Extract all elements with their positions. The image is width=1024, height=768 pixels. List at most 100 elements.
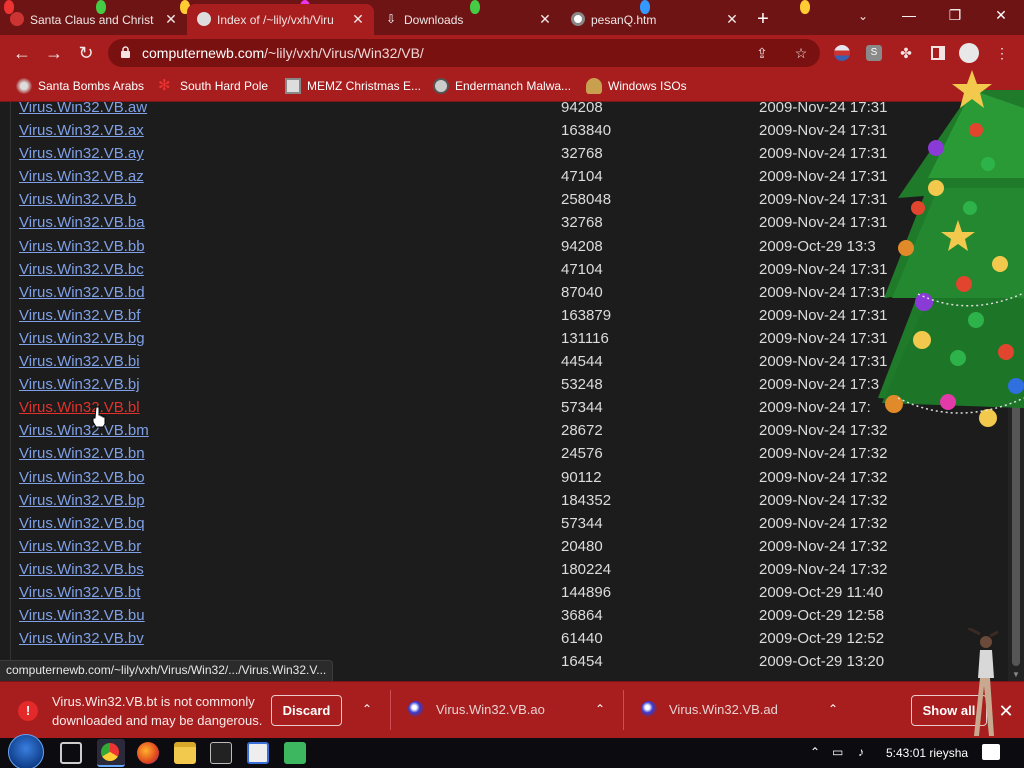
- warning-icon: !: [18, 701, 38, 721]
- table-row: Virus.Win32.VB.bu 36864 2009-Oct-29 12:58: [11, 604, 998, 627]
- kebab-menu-icon[interactable]: ⋮: [992, 43, 1012, 63]
- bookmark-favicon-icon: [285, 78, 301, 94]
- table-row: Virus.Win32.VB.bf 163879 2009-Nov-24 17:31: [11, 304, 998, 327]
- tab-santa-claus[interactable]: Santa Claus and Christ ✕: [0, 4, 187, 35]
- tab-close-icon[interactable]: ✕: [350, 11, 366, 27]
- dancer-figure-decoration: [967, 628, 999, 736]
- file-link[interactable]: Virus.Win32.VB.bi: [19, 353, 140, 370]
- table-row: Virus.Win32.VB.bg 131116 2009-Nov-24 17:31: [11, 327, 998, 350]
- file-link[interactable]: Virus.Win32.VB.bc: [19, 261, 144, 278]
- profile-avatar-icon[interactable]: [959, 43, 979, 63]
- discard-button[interactable]: Discard: [271, 695, 342, 726]
- close-window-button[interactable]: ✕: [978, 0, 1024, 30]
- minimize-button[interactable]: —: [886, 0, 932, 30]
- file-link[interactable]: Virus.Win32.VB.aw: [19, 102, 147, 116]
- table-row: Virus.Win32.VB.bo 90112 2009-Nov-24 17:32: [11, 466, 998, 489]
- bookmark-memz-christmas[interactable]: MEMZ Christmas E...: [285, 77, 421, 95]
- reload-button[interactable]: ↻: [73, 40, 99, 66]
- tab-index-of[interactable]: Index of /~lily/vxh/Viru ✕: [187, 4, 374, 35]
- forward-button[interactable]: →: [41, 40, 67, 66]
- file-link[interactable]: Virus.Win32.VB.bv: [19, 630, 144, 647]
- screen: Santa Claus and Christ ✕ Index of /~lily…: [0, 0, 1024, 768]
- scroll-down-icon[interactable]: ▼: [1012, 671, 1020, 679]
- file-date: 2009-Nov-24 17:3: [759, 376, 880, 394]
- file-date: 2009-Nov-24 17:32: [759, 560, 888, 578]
- file-link[interactable]: Virus.Win32.VB.bf: [19, 307, 140, 324]
- file-link[interactable]: Virus.Win32.VB.bo: [19, 469, 145, 486]
- file-date: 2009-Nov-24 17:31: [759, 214, 888, 232]
- chevron-up-icon[interactable]: ⌃: [359, 701, 375, 717]
- back-button[interactable]: ←: [9, 40, 35, 66]
- file-date: 2009-Oct-29 13:3: [759, 237, 876, 255]
- file-link[interactable]: Virus.Win32.VB.bs: [19, 561, 144, 578]
- file-link[interactable]: Virus.Win32.VB.ba: [19, 214, 145, 231]
- tab-search-icon[interactable]: ⌄: [853, 6, 873, 26]
- command-prompt-icon[interactable]: [210, 742, 232, 764]
- file-date: 2009-Nov-24 17:31: [759, 168, 888, 186]
- chevron-up-icon[interactable]: ⌃: [825, 701, 841, 717]
- table-row: Virus.Win32.VB.bd 87040 2009-Nov-24 17:31: [11, 281, 998, 304]
- bookmark-endermanch-malware[interactable]: Endermanch Malwa...: [433, 77, 571, 95]
- tab-pesanq[interactable]: pesanQ.htm ✕: [561, 4, 748, 35]
- extensions-puzzle-icon[interactable]: ✤: [896, 43, 916, 63]
- side-panel-icon[interactable]: [928, 43, 948, 63]
- lock-icon[interactable]: [120, 46, 131, 58]
- url-text[interactable]: computernewb.com/~lily/vxh/Virus/Win32/V…: [142, 45, 424, 61]
- file-link[interactable]: Virus.Win32.VB.ax: [19, 122, 144, 139]
- share-icon[interactable]: ⇪: [754, 45, 770, 61]
- extension-flag-icon[interactable]: [832, 43, 852, 63]
- notification-center-icon[interactable]: [982, 744, 1000, 760]
- address-bar[interactable]: computernewb.com/~lily/vxh/Virus/Win32/V…: [108, 39, 820, 67]
- file-link[interactable]: Virus.Win32.VB.bu: [19, 607, 145, 624]
- app-green-icon[interactable]: [284, 742, 306, 764]
- tray-chevron-icon[interactable]: ⌃: [810, 745, 820, 759]
- file-date: 2009-Nov-24 17:31: [759, 122, 888, 140]
- download-item[interactable]: Virus.Win32.VB.ao: [408, 701, 545, 717]
- warning-line: Virus.Win32.VB.bt is not commonly: [52, 694, 255, 709]
- network-icon[interactable]: ▭: [832, 745, 843, 759]
- taskbar-clock[interactable]: 5:43:01 rieysha: [886, 746, 968, 760]
- file-link[interactable]: Virus.Win32.VB.bm: [19, 422, 149, 439]
- file-link[interactable]: Virus.Win32.VB.bb: [19, 238, 145, 255]
- file-date: 2009-Nov-24 17:31: [759, 260, 888, 278]
- volume-icon[interactable]: ♪: [858, 745, 864, 759]
- chrome-taskbar-button[interactable]: [97, 739, 125, 767]
- bookmark-windows-isos[interactable]: Windows ISOs: [586, 77, 687, 95]
- bookmark-south-hard-pole[interactable]: ✻ South Hard Pole: [158, 77, 268, 95]
- task-view-icon[interactable]: [60, 742, 82, 764]
- file-size: 57344: [561, 514, 603, 532]
- table-row: Virus.Win32.VB.ay 32768 2009-Nov-24 17:31: [11, 142, 998, 165]
- file-link[interactable]: Virus.Win32.VB.bt: [19, 584, 140, 601]
- file-link[interactable]: Virus.Win32.VB.bg: [19, 330, 145, 347]
- file-link[interactable]: Virus.Win32.VB.bl: [19, 399, 140, 416]
- bookmark-santa-bombs[interactable]: Santa Bombs Arabs: [16, 77, 144, 95]
- file-link[interactable]: Virus.Win32.VB.bd: [19, 284, 145, 301]
- file-link[interactable]: Virus.Win32.VB.br: [19, 538, 141, 555]
- restore-button[interactable]: ❐: [932, 0, 978, 30]
- tab-close-icon[interactable]: ✕: [537, 11, 553, 27]
- download-item[interactable]: Virus.Win32.VB.ad: [641, 701, 778, 717]
- chevron-up-icon[interactable]: ⌃: [592, 701, 608, 717]
- file-link[interactable]: Virus.Win32.VB.ay: [19, 145, 144, 162]
- browser-toolbar: ← → ↻ computernewb.com/~lily/vxh/Virus/W…: [0, 35, 1024, 70]
- download-icon: ⇩: [385, 12, 397, 26]
- file-link[interactable]: Virus.Win32.VB.bj: [19, 376, 140, 393]
- extension-s-icon[interactable]: S: [864, 43, 884, 63]
- file-link[interactable]: Virus.Win32.VB.bq: [19, 515, 145, 532]
- bookmark-star-icon[interactable]: ☆: [793, 45, 809, 61]
- file-size: 87040: [561, 283, 603, 301]
- new-tab-button[interactable]: +: [748, 4, 778, 35]
- tab-close-icon[interactable]: ✕: [163, 11, 179, 27]
- file-link[interactable]: Virus.Win32.VB.b: [19, 191, 136, 208]
- file-size: 61440: [561, 630, 603, 648]
- start-button[interactable]: [8, 734, 44, 768]
- tab-downloads[interactable]: ⇩ Downloads ✕: [374, 4, 561, 35]
- table-row: Virus.Win32.VB.bb 94208 2009-Oct-29 13:3: [11, 235, 998, 258]
- file-link[interactable]: Virus.Win32.VB.az: [19, 168, 144, 185]
- file-link[interactable]: Virus.Win32.VB.bn: [19, 445, 145, 462]
- file-link[interactable]: Virus.Win32.VB.bp: [19, 492, 145, 509]
- app-window-icon[interactable]: [247, 742, 269, 764]
- file-explorer-icon[interactable]: [174, 742, 196, 764]
- tab-close-icon[interactable]: ✕: [724, 11, 740, 27]
- firefox-icon[interactable]: [137, 742, 159, 764]
